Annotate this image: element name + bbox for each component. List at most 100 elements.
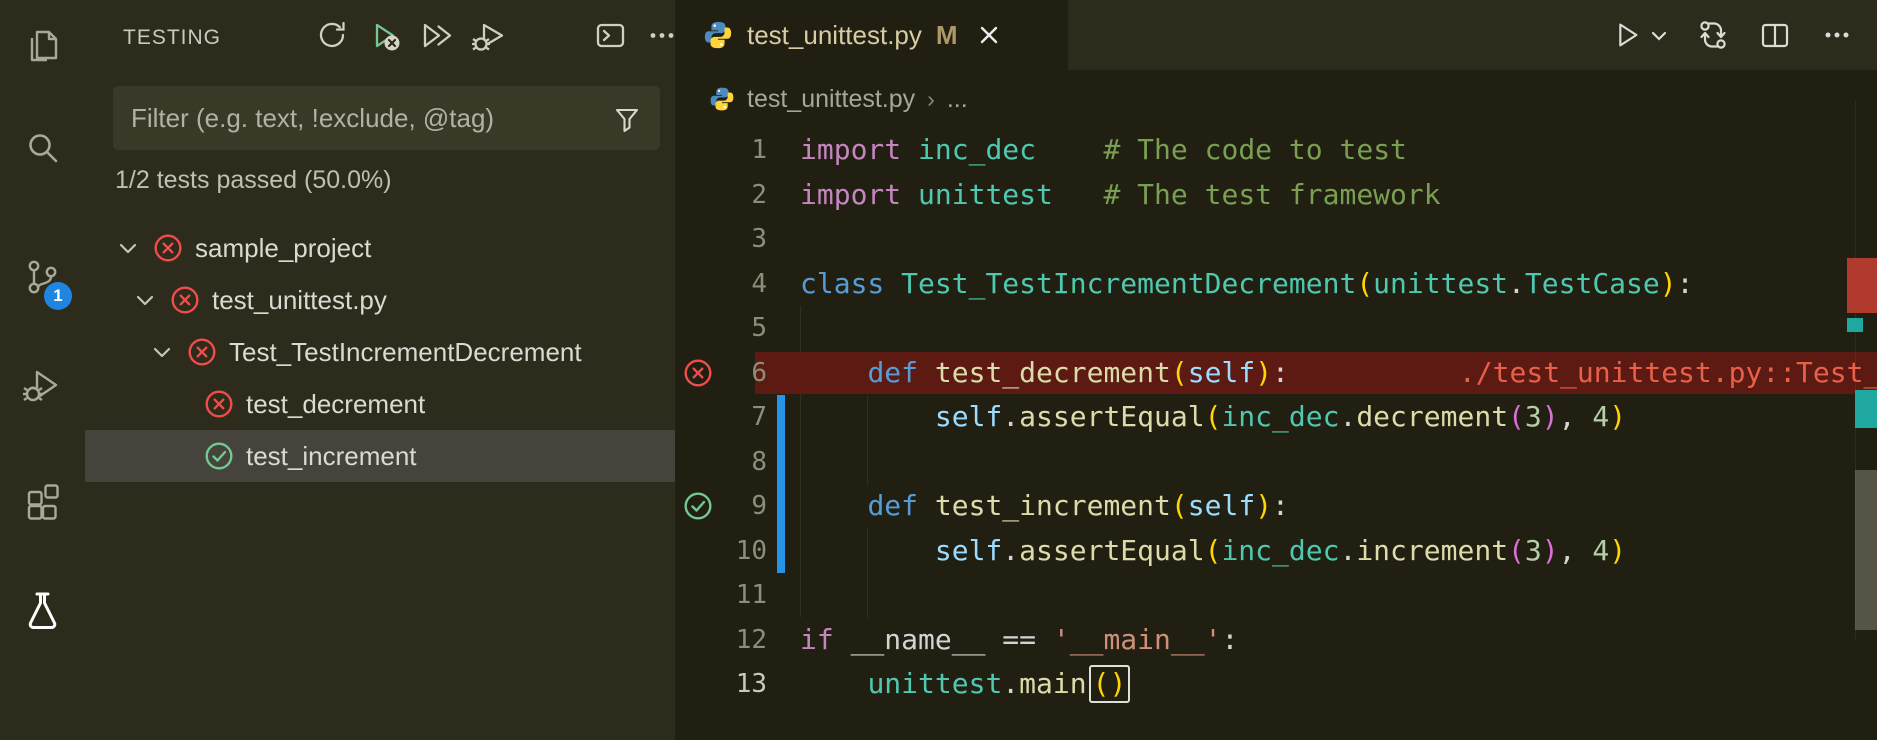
more-actions-icon[interactable] <box>1819 17 1855 53</box>
code-line-9[interactable]: 9 def test_increment(self): <box>675 484 1877 529</box>
test-failed-icon <box>170 285 200 315</box>
python-file-icon <box>703 20 733 50</box>
gutter-space <box>675 173 721 218</box>
code-text: if __name__ == '__main__': <box>800 618 1238 663</box>
line-number: 3 <box>721 224 767 254</box>
chevron-down-icon[interactable] <box>115 235 145 261</box>
test-label: Test_TestIncrementDecrement <box>229 337 582 368</box>
gutter-bar-space <box>777 217 785 262</box>
code-line-11[interactable]: 11 <box>675 573 1877 618</box>
test-tree-item-test_increment[interactable]: test_increment <box>85 430 675 482</box>
line-number: 7 <box>721 402 767 432</box>
refresh-tests-icon[interactable] <box>315 18 349 52</box>
gutter-space <box>675 529 721 574</box>
filter-input[interactable]: Filter (e.g. text, !exclude, @tag) <box>113 86 660 150</box>
cursor-box: () <box>1089 665 1131 703</box>
breadcrumb[interactable]: test_unittest.py › ... <box>675 70 1877 128</box>
code-line-4[interactable]: 4class Test_TestIncrementDecrement(unitt… <box>675 262 1877 307</box>
gutter-bar-space <box>777 306 785 351</box>
line-number: 6 <box>721 358 767 388</box>
test-tree: sample_project test_unittest.py Test_TestI… <box>85 222 675 482</box>
line-number: 5 <box>721 313 767 343</box>
explorer-icon[interactable] <box>0 16 85 80</box>
gutter-space <box>675 440 721 485</box>
code-line-10[interactable]: 10 self.assertEqual(inc_dec.increment(3)… <box>675 529 1877 574</box>
gutter-bar-space <box>777 262 785 307</box>
gutter-bar-space <box>777 128 785 173</box>
gutter-space <box>675 618 721 663</box>
extensions-icon[interactable] <box>0 468 85 532</box>
line-number: 10 <box>721 536 767 566</box>
chevron-down-icon[interactable] <box>132 287 162 313</box>
chevron-spacer <box>166 443 196 469</box>
chevron-down-icon <box>1649 25 1669 45</box>
code-line-2[interactable]: 2 import unittest # The test framework <box>675 173 1877 218</box>
code-line-8[interactable]: 8 <box>675 440 1877 485</box>
chevron-down-icon[interactable] <box>149 339 179 365</box>
gutter-test-passed-icon[interactable] <box>675 484 721 529</box>
scrollbar-thumb[interactable] <box>1855 470 1877 630</box>
debug-tests-icon[interactable] <box>471 18 505 52</box>
modified-line-indicator <box>777 529 785 574</box>
test-failed-icon <box>153 233 183 263</box>
code-line-12[interactable]: 12if __name__ == '__main__': <box>675 618 1877 663</box>
code-line-3[interactable]: 3 <box>675 217 1877 262</box>
line-number: 1 <box>721 135 767 165</box>
open-changes-icon[interactable] <box>1695 17 1731 53</box>
code-line-13[interactable]: 13 unittest.main() <box>675 662 1877 707</box>
test-label: test_decrement <box>246 389 425 420</box>
gutter-bar-space <box>777 618 785 663</box>
split-editor-icon[interactable] <box>1757 17 1793 53</box>
test-tree-item-test_unittest.py[interactable]: test_unittest.py <box>85 274 675 326</box>
gutter-test-failed-icon[interactable] <box>675 351 721 396</box>
line-number: 9 <box>721 491 767 521</box>
code-text: self.assertEqual(inc_dec.increment(3), 4… <box>800 529 1626 574</box>
test-label: test_increment <box>246 441 417 472</box>
test-label: test_unittest.py <box>212 285 387 316</box>
line-number: 11 <box>721 580 767 610</box>
filter-funnel-icon[interactable] <box>612 103 642 133</box>
run-python-file-icon[interactable] <box>1609 18 1669 52</box>
chevron-right-icon: › <box>927 86 935 113</box>
test-tree-item-Test_TestIncrementDecrement[interactable]: Test_TestIncrementDecrement <box>85 326 675 378</box>
line-number: 4 <box>721 269 767 299</box>
gutter-space <box>675 395 721 440</box>
code-area[interactable]: 1import inc_dec # The code to test 2 impor… <box>675 128 1877 740</box>
breadcrumb-more[interactable]: ... <box>947 85 968 114</box>
line-number: 2 <box>721 180 767 210</box>
gutter-space <box>675 128 721 173</box>
breadcrumb-file[interactable]: test_unittest.py <box>747 85 915 114</box>
activity-bar: 1 <box>0 0 85 740</box>
gutter-space <box>675 306 721 351</box>
gutter-space <box>675 573 721 618</box>
code-line-7[interactable]: 7 self.assertEqual(inc_dec.decrement(3),… <box>675 395 1877 440</box>
test-tree-item-sample_project[interactable]: sample_project <box>85 222 675 274</box>
tab-filename: test_unittest.py <box>747 20 922 51</box>
code-line-1[interactable]: 1import inc_dec # The code to test <box>675 128 1877 173</box>
code-text: import unittest # The test framework <box>800 173 1441 218</box>
gutter-bar-space <box>777 662 785 707</box>
close-icon[interactable] <box>976 22 1002 48</box>
gutter-bar-space <box>777 351 785 396</box>
panel-title: TESTING <box>123 26 221 50</box>
test-tree-item-test_decrement[interactable]: test_decrement <box>85 378 675 430</box>
code-line-6[interactable]: 6 def test_decrement(self):./test_unitte… <box>675 351 1877 396</box>
rerun-failed-tests-icon[interactable] <box>367 18 401 52</box>
test-passed-icon <box>204 441 234 471</box>
source-control-icon[interactable]: 1 <box>0 246 85 310</box>
testing-icon[interactable] <box>0 578 85 642</box>
search-icon[interactable] <box>0 118 85 182</box>
line-number: 8 <box>721 447 767 477</box>
modified-badge: M <box>936 20 958 51</box>
run-debug-icon[interactable] <box>0 353 85 417</box>
tab-test-unittest[interactable]: test_unittest.py M <box>675 0 1068 70</box>
editor-group: test_unittest.py M <box>675 0 1877 740</box>
run-all-tests-icon[interactable] <box>419 18 453 52</box>
show-output-terminal-icon[interactable] <box>593 18 627 52</box>
code-text: def test_decrement(self):./test_unittest… <box>800 351 1877 396</box>
filter-placeholder: Filter (e.g. text, !exclude, @tag) <box>131 103 612 134</box>
gutter-space <box>675 262 721 307</box>
chevron-spacer <box>166 391 196 417</box>
more-actions-icon[interactable] <box>645 18 679 52</box>
code-line-5[interactable]: 5 <box>675 306 1877 351</box>
